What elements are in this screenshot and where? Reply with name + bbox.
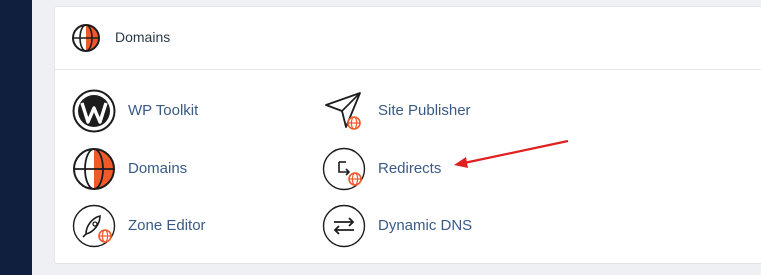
globe-icon xyxy=(72,24,100,52)
tool-zone-editor[interactable]: Zone Editor xyxy=(72,204,302,248)
wordpress-icon xyxy=(72,89,116,133)
redirect-icon xyxy=(322,147,366,191)
swap-arrows-icon xyxy=(322,204,366,248)
tool-label: WP Toolkit xyxy=(128,102,199,119)
rocket-icon xyxy=(72,204,116,248)
paper-plane-icon xyxy=(325,92,361,130)
panel-header[interactable]: Domains xyxy=(55,7,761,70)
domains-panel: Domains WP Toolkit Site Publisher Domain… xyxy=(54,6,761,264)
tool-site-publisher[interactable]: Site Publisher xyxy=(322,89,552,133)
globe-icon xyxy=(73,148,115,190)
annotation-arrow xyxy=(454,139,569,168)
tool-label: Site Publisher xyxy=(378,102,471,119)
left-sidebar-strip xyxy=(0,0,32,275)
tool-label: Redirects xyxy=(378,160,442,177)
tool-domains[interactable]: Domains xyxy=(72,147,302,191)
tool-dynamic-dns[interactable]: Dynamic DNS xyxy=(322,204,552,248)
tool-wp-toolkit[interactable]: WP Toolkit xyxy=(72,89,302,133)
tool-label: Dynamic DNS xyxy=(378,217,473,234)
tool-label: Domains xyxy=(128,160,188,177)
panel-title: Domains xyxy=(115,29,171,45)
tool-label: Zone Editor xyxy=(128,217,206,234)
